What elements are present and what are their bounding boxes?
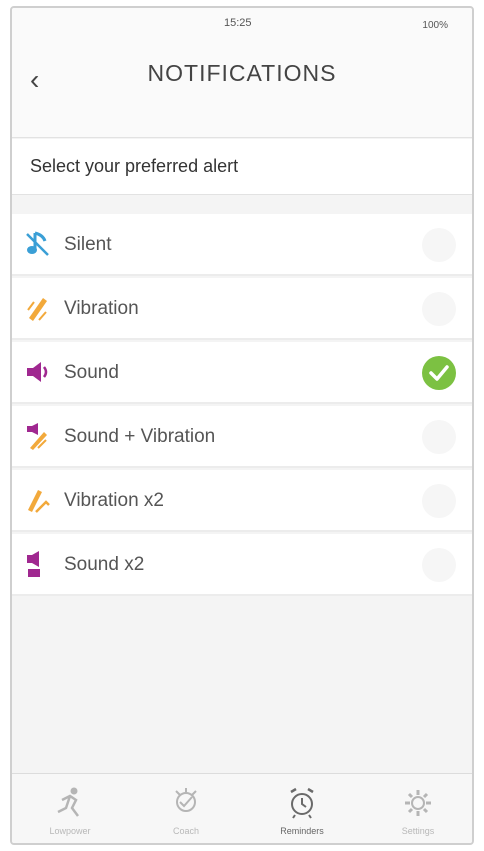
nav-bar: ‹ NOTIFICATIONS <box>12 34 472 138</box>
alert-prompt-label: Select your preferred alert <box>30 156 239 176</box>
status-time: 15:25 <box>224 17 252 29</box>
alert-option-label: Silent <box>64 234 112 255</box>
tab-coach[interactable]: Coach <box>128 774 244 843</box>
alert-option-sound-x2[interactable]: Sound x2 <box>12 534 472 596</box>
sound-vibration-icon <box>24 422 52 450</box>
runner-icon <box>54 786 86 820</box>
speaker-icon <box>24 358 52 386</box>
alert-option-label: Vibration <box>64 298 139 319</box>
alert-option-label: Sound x2 <box>64 554 145 575</box>
tab-bar: Lowpower Coach Reminders Settings <box>12 773 472 843</box>
selection-indicator[interactable] <box>422 484 456 518</box>
alert-option-vibration-x2[interactable]: Vibration x2 <box>12 470 472 532</box>
phone-screen: 15:25 100% ‹ NOTIFICATIONS Select your p… <box>10 6 474 845</box>
tab-settings[interactable]: Settings <box>360 774 472 843</box>
battery-level: 100% <box>422 20 448 31</box>
tab-lowpower[interactable]: Lowpower <box>12 774 128 843</box>
selection-indicator[interactable] <box>422 292 456 326</box>
alert-prompt-section: Select your preferred alert <box>12 139 472 195</box>
alarm-clock-icon <box>286 786 318 820</box>
checkmark-icon <box>429 365 449 381</box>
alert-option-silent[interactable]: Silent <box>12 214 472 276</box>
coach-icon <box>170 786 202 820</box>
alert-options-list: Silent Vibration Sound Sound + Vibration <box>12 214 472 598</box>
sound-x2-icon <box>24 550 52 578</box>
vibration-x2-icon <box>24 486 52 514</box>
tab-label: Coach <box>172 826 199 836</box>
page-title: NOTIFICATIONS <box>147 60 337 86</box>
selection-indicator[interactable] <box>422 420 456 454</box>
gear-icon <box>402 786 434 820</box>
alert-option-sound[interactable]: Sound <box>12 342 472 404</box>
selection-indicator[interactable] <box>422 228 456 262</box>
vibration-icon <box>24 294 52 322</box>
alert-option-label: Vibration x2 <box>64 490 164 511</box>
selected-checkmark[interactable] <box>422 356 456 390</box>
muted-note-icon <box>24 230 52 258</box>
alert-option-label: Sound + Vibration <box>64 426 216 447</box>
status-bar: 15:25 100% <box>12 8 472 34</box>
tab-label: Lowpower <box>49 826 91 836</box>
alert-option-sound-vibration[interactable]: Sound + Vibration <box>12 406 472 468</box>
selection-indicator[interactable] <box>422 548 456 582</box>
tab-label: Settings <box>401 826 435 836</box>
tab-label: Reminders <box>280 826 324 836</box>
alert-option-label: Sound <box>64 362 119 383</box>
tab-reminders[interactable]: Reminders <box>244 774 360 843</box>
alert-option-vibration[interactable]: Vibration <box>12 278 472 340</box>
